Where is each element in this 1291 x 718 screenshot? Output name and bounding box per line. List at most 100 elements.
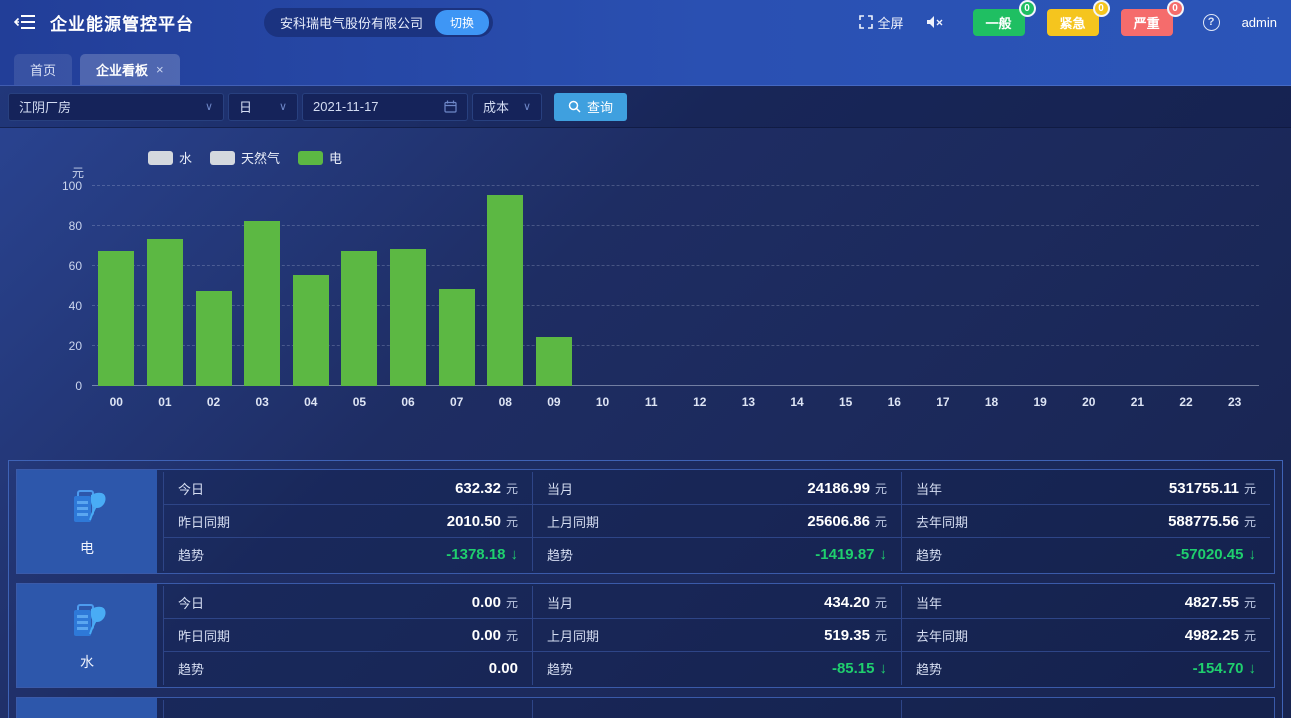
metric-cell: 今日0.00元 bbox=[164, 700, 532, 718]
bar-hour-07 bbox=[439, 289, 475, 386]
legend-item-电[interactable]: 电 bbox=[298, 148, 342, 167]
metric-label: 今日 bbox=[178, 479, 204, 498]
metric-label: 昨日同期 bbox=[178, 626, 230, 645]
speaker-mute-icon bbox=[926, 15, 943, 29]
metric-label: 昨日同期 bbox=[178, 512, 230, 531]
alarm-badge-严重[interactable]: 严重0 bbox=[1121, 9, 1173, 36]
site-select[interactable]: 江阴厂房∨ bbox=[8, 93, 224, 121]
metric-cell: 趋势0.00 bbox=[164, 652, 532, 685]
x-axis-tick: 23 bbox=[1228, 395, 1241, 409]
search-icon bbox=[568, 100, 581, 113]
metric-cell: 趋势-85.15↓ bbox=[533, 652, 901, 685]
y-axis-tick: 60 bbox=[69, 259, 82, 273]
metric-unit: 元 bbox=[875, 594, 887, 611]
legend-swatch bbox=[148, 151, 173, 165]
metric-value: 2010.50 bbox=[447, 513, 501, 530]
legend-item-水[interactable]: 水 bbox=[148, 148, 192, 167]
period-select[interactable]: 日∨ bbox=[228, 93, 298, 121]
bar-hour-03 bbox=[244, 221, 280, 386]
tab-close-icon[interactable]: × bbox=[156, 62, 164, 77]
date-input[interactable]: 2021-11-17 bbox=[302, 93, 468, 121]
bar-hour-00 bbox=[98, 251, 134, 386]
energy-grid: 今日632.32元昨日同期2010.50元趋势-1378.18↓当月24186.… bbox=[163, 472, 1270, 571]
bar-hour-06 bbox=[390, 249, 426, 386]
top-header: 企业能源管控平台 安科瑞电气股份有限公司 切换 全屏 一般0紧急0严重0 ? a… bbox=[0, 0, 1291, 86]
energy-column: 当年45173.59元 bbox=[901, 700, 1270, 718]
tab-bar: 首页企业看板× bbox=[0, 44, 1291, 86]
legend-label: 水 bbox=[179, 148, 192, 167]
x-axis-tick: 19 bbox=[1034, 395, 1047, 409]
metric-value: 519.35 bbox=[824, 627, 870, 644]
energy-tile-电: 电 bbox=[17, 470, 157, 573]
chevron-down-icon: ∨ bbox=[269, 100, 287, 113]
alarm-badges: 一般0 紧急0 严重0 bbox=[973, 9, 1173, 36]
metric-cell: 当月 434.20 元 bbox=[533, 586, 901, 619]
chart-legend: 水天然气 电 bbox=[148, 148, 342, 167]
bar-hour-01 bbox=[147, 239, 183, 386]
legend-label: 电 bbox=[329, 148, 342, 167]
metric-cell: 趋势-154.70↓ bbox=[902, 652, 1270, 685]
metric-unit: 元 bbox=[506, 594, 518, 611]
x-axis-tick: 13 bbox=[742, 395, 755, 409]
x-axis-tick: 12 bbox=[693, 395, 706, 409]
arrow-down-icon: ↓ bbox=[880, 660, 888, 677]
metric-value: 588775.56 bbox=[1168, 513, 1239, 530]
energy-name: 水 bbox=[80, 652, 94, 672]
help-icon[interactable]: ? bbox=[1203, 14, 1220, 31]
x-axis-tick: 04 bbox=[304, 395, 317, 409]
metric-select[interactable]: 成本∨ bbox=[472, 93, 542, 121]
metric-unit: 元 bbox=[506, 480, 518, 497]
metric-label: 今日 bbox=[178, 593, 204, 612]
legend-swatch bbox=[210, 151, 235, 165]
y-axis-tick: 80 bbox=[69, 219, 82, 233]
arrow-down-icon: ↓ bbox=[1249, 660, 1257, 677]
x-axis-tick: 11 bbox=[645, 395, 658, 409]
x-axis-tick: 06 bbox=[401, 395, 414, 409]
battery-leaf-icon bbox=[65, 713, 109, 718]
metric-value: 4982.25 bbox=[1185, 627, 1239, 644]
tab-首页[interactable]: 首页 bbox=[14, 54, 72, 85]
switch-company-button[interactable]: 切换 bbox=[435, 10, 489, 35]
metric-unit: 元 bbox=[506, 513, 518, 530]
metric-label: 上月同期 bbox=[547, 512, 599, 531]
metric-cell: 当月3625.58元 bbox=[533, 700, 901, 718]
metric-unit: 元 bbox=[875, 627, 887, 644]
alarm-badge-一般[interactable]: 一般0 bbox=[973, 9, 1025, 36]
bar-hour-02 bbox=[196, 291, 232, 386]
x-axis-tick: 14 bbox=[790, 395, 803, 409]
metric-cell: 昨日同期 2010.50 元 bbox=[164, 505, 532, 538]
battery-leaf-icon bbox=[65, 599, 109, 643]
chart-plot-area: 0204060801000001020304050607080910111213… bbox=[92, 186, 1259, 386]
arrow-down-icon: ↓ bbox=[1249, 546, 1257, 563]
collapse-menu-icon[interactable] bbox=[14, 13, 36, 31]
metric-cell: 趋势-57020.45↓ bbox=[902, 538, 1270, 571]
x-axis-tick: 07 bbox=[450, 395, 463, 409]
energy-column: 今日0.00元昨日同期0.00元趋势0.00 bbox=[163, 586, 532, 685]
tab-企业看板[interactable]: 企业看板× bbox=[80, 54, 180, 85]
x-axis-tick: 18 bbox=[985, 395, 998, 409]
metric-cell: 当年45173.59元 bbox=[902, 700, 1270, 718]
metric-label: 趋势 bbox=[547, 545, 573, 564]
metric-label: 当月 bbox=[547, 593, 573, 612]
metric-value: -154.70 bbox=[1193, 660, 1244, 677]
fullscreen-button[interactable]: 全屏 bbox=[859, 13, 904, 32]
energy-row-电: 电今日632.32元昨日同期2010.50元趋势-1378.18↓当月24186… bbox=[16, 469, 1275, 574]
alarm-badge-紧急[interactable]: 紧急0 bbox=[1047, 9, 1099, 36]
arrow-down-icon: ↓ bbox=[880, 546, 888, 563]
query-button[interactable]: 查询 bbox=[554, 93, 627, 121]
x-axis-tick: 03 bbox=[256, 395, 269, 409]
y-axis-tick: 100 bbox=[62, 179, 82, 193]
username[interactable]: admin bbox=[1242, 15, 1277, 30]
bar-hour-08 bbox=[487, 195, 523, 386]
energy-column: 当年531755.11元去年同期588775.56元趋势-57020.45↓ bbox=[901, 472, 1270, 571]
metric-value: -1378.18 bbox=[446, 546, 505, 563]
legend-item-天然气[interactable]: 天然气 bbox=[210, 148, 280, 167]
x-axis-tick: 21 bbox=[1131, 395, 1144, 409]
metric-value: -85.15 bbox=[832, 660, 875, 677]
calendar-icon bbox=[434, 100, 457, 113]
metric-value: 434.20 bbox=[824, 594, 870, 611]
alarm-count: 0 bbox=[1093, 0, 1110, 17]
metric-cell: 当年4827.55元 bbox=[902, 586, 1270, 619]
metric-unit: 元 bbox=[1244, 480, 1256, 497]
mute-button[interactable] bbox=[926, 15, 943, 29]
